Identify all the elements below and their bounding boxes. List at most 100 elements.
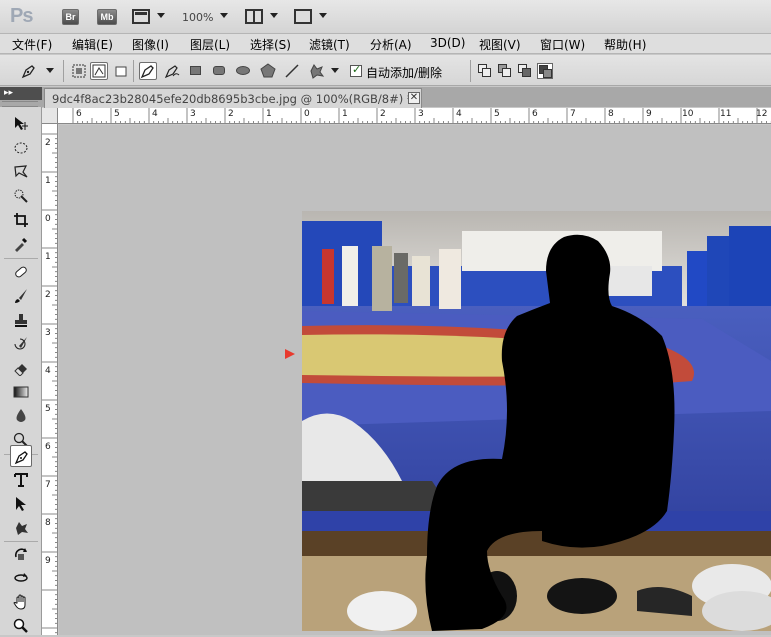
- ruler-h-label: 5: [114, 109, 120, 119]
- intersect-path-areas-icon[interactable]: [517, 63, 533, 79]
- marquee-tool-icon[interactable]: [10, 137, 32, 159]
- menu-layer[interactable]: 图层(L): [190, 36, 230, 53]
- fill-pixels-mode-icon[interactable]: [112, 62, 130, 80]
- zoom-tool-icon[interactable]: [10, 615, 32, 637]
- menu-filter[interactable]: 滤镜(T): [309, 36, 350, 53]
- ruler-v-label: 2: [45, 138, 51, 148]
- ruler-v-label: 9: [45, 556, 51, 566]
- menu-window[interactable]: 窗口(W): [540, 36, 585, 53]
- 3d-orbit-tool-icon[interactable]: [10, 567, 32, 589]
- ruler-h-label: 8: [608, 109, 614, 119]
- launch-minibridge-button[interactable]: Mb: [97, 9, 117, 25]
- gradient-tool-icon[interactable]: [10, 381, 32, 403]
- blur-tool-icon[interactable]: [10, 405, 32, 427]
- menu-select[interactable]: 选择(S): [250, 36, 291, 53]
- auto-add-delete-label: 自动添加/删除: [366, 66, 443, 80]
- eraser-tool-icon[interactable]: [10, 357, 32, 379]
- ruler-v-label: 1: [45, 252, 51, 262]
- menu-analysis[interactable]: 分析(A): [370, 36, 412, 53]
- menu-view[interactable]: 视图(V): [479, 36, 521, 53]
- brush-tool-icon[interactable]: [10, 285, 32, 307]
- ruler-h-label: 3: [190, 109, 196, 119]
- ruler-h-label: 7: [570, 109, 576, 119]
- freeform-pen-icon[interactable]: [163, 62, 181, 80]
- tool-preset-chevron-down-icon[interactable]: [46, 68, 54, 73]
- hand-tool-icon[interactable]: [10, 591, 32, 613]
- menu-help[interactable]: 帮助(H): [604, 36, 646, 53]
- type-tool-icon[interactable]: [10, 469, 32, 491]
- exclude-overlapping-path-areas-icon[interactable]: [537, 63, 553, 79]
- line-tool-icon[interactable]: [283, 62, 301, 80]
- quick-selection-tool-icon[interactable]: [10, 185, 32, 207]
- ellipse-tool-icon[interactable]: [235, 62, 253, 80]
- menu-3d[interactable]: 3D(D): [430, 36, 465, 50]
- rectangle-tool-icon[interactable]: [187, 62, 205, 80]
- document-tab-title: 9dc4f8ac23b28045efe20db8695b3cbe.jpg @ 1…: [52, 92, 413, 106]
- application-bar: Ps Br Mb 100%: [0, 0, 771, 34]
- spot-healing-brush-icon[interactable]: [10, 261, 32, 283]
- tools-divider: [4, 258, 38, 259]
- horizontal-ruler-ticks: [72, 108, 771, 123]
- path-selection-tool-icon[interactable]: [10, 493, 32, 515]
- ruler-h-label: 12: [756, 109, 768, 119]
- tool-options-bar: 自动添加/删除: [0, 55, 771, 86]
- eyedropper-tool-icon[interactable]: [10, 233, 32, 255]
- path-anchor-marker: [285, 349, 295, 359]
- ruler-v-label: 7: [45, 480, 51, 490]
- 3d-rotate-tool-icon[interactable]: [10, 543, 32, 565]
- menu-edit[interactable]: 编辑(E): [72, 36, 113, 53]
- menu-file[interactable]: 文件(F): [12, 36, 52, 53]
- clone-stamp-tool-icon[interactable]: [10, 309, 32, 331]
- arrange-documents-button[interactable]: [245, 9, 263, 24]
- launch-bridge-button[interactable]: Br: [62, 9, 79, 25]
- wrestling-room-photo: [302, 211, 771, 631]
- paths-mode-icon[interactable]: [90, 62, 108, 80]
- ruler-h-label: 11: [720, 109, 732, 119]
- options-divider: [133, 60, 134, 82]
- menu-image[interactable]: 图像(I): [132, 36, 169, 53]
- move-tool-icon[interactable]: [10, 113, 32, 135]
- shape-layers-mode-icon[interactable]: [70, 62, 88, 80]
- screen-mode-chevron-down-icon[interactable]: [319, 13, 327, 18]
- zoom-chevron-down-icon[interactable]: [220, 13, 228, 18]
- ruler-v-label: 2: [45, 290, 51, 300]
- ruler-v-label: 0: [45, 214, 51, 224]
- collapse-panels-button[interactable]: ▸▸: [0, 87, 42, 100]
- ruler-v-label: 1: [45, 176, 51, 186]
- custom-shape-tool-icon[interactable]: [10, 517, 32, 539]
- geometry-options-chevron-down-icon[interactable]: [331, 68, 339, 73]
- ruler-v-label: 4: [45, 366, 51, 376]
- ruler-h-label: 0: [304, 109, 310, 119]
- view-extras-chevron-down-icon[interactable]: [157, 13, 165, 18]
- ruler-origin[interactable]: [42, 108, 58, 124]
- photoshop-logo: Ps: [10, 5, 33, 27]
- document-tab[interactable]: 9dc4f8ac23b28045efe20db8695b3cbe.jpg @ 1…: [44, 88, 422, 108]
- pen-tool-icon[interactable]: [10, 445, 32, 467]
- rounded-rectangle-tool-icon[interactable]: [211, 62, 229, 80]
- arrange-chevron-down-icon[interactable]: [270, 13, 278, 18]
- ruler-h-label: 2: [380, 109, 386, 119]
- subtract-from-path-area-icon[interactable]: [497, 63, 513, 79]
- close-icon[interactable]: ✕: [408, 92, 420, 104]
- screen-mode-button[interactable]: [294, 9, 312, 24]
- ruler-h-label: 10: [682, 109, 694, 119]
- ruler-h-label: 2: [228, 109, 234, 119]
- add-to-path-area-icon[interactable]: [477, 63, 493, 79]
- custom-shape-tool-icon[interactable]: [307, 62, 325, 80]
- view-extras-button[interactable]: [132, 9, 150, 24]
- polygon-tool-icon[interactable]: [259, 62, 277, 80]
- double-arrow-icon: ▸▸: [4, 88, 14, 98]
- lasso-tool-icon[interactable]: [10, 161, 32, 183]
- auto-add-delete-checkbox[interactable]: [350, 63, 362, 77]
- document-image[interactable]: [302, 211, 771, 631]
- horizontal-ruler[interactable]: 6 5 4 3 2 1 0 1 2 3 4 5 6 7 8 9 10 11 12: [58, 108, 771, 124]
- zoom-level-select[interactable]: 100%: [182, 11, 213, 24]
- crop-tool-icon[interactable]: [10, 209, 32, 231]
- tool-preset-pen-icon[interactable]: [20, 62, 38, 80]
- ruler-h-label: 6: [76, 109, 82, 119]
- pen-tool-icon[interactable]: [139, 62, 157, 80]
- vertical-ruler[interactable]: 2 1 0 1 2 3 4 5 6 7 8 9: [42, 124, 58, 635]
- ruler-v-label: 6: [45, 442, 51, 452]
- ruler-h-label: 1: [266, 109, 272, 119]
- history-brush-tool-icon[interactable]: [10, 333, 32, 355]
